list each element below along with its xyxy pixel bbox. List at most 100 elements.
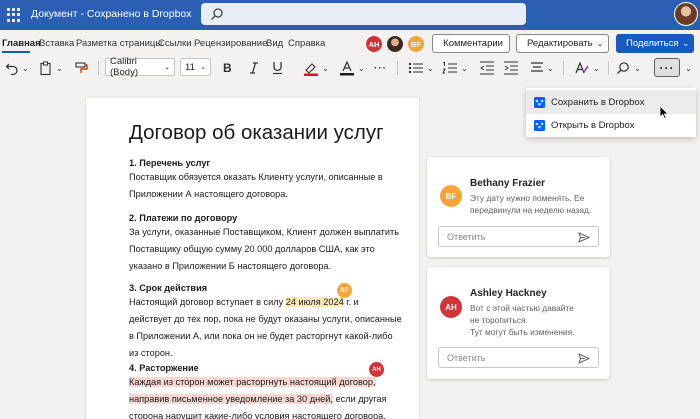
collaborator-avatar-bf[interactable]: BF <box>406 34 426 54</box>
highlighted-text[interactable]: направив письменное уведомление за 30 дн… <box>129 394 333 404</box>
align-icon[interactable] <box>530 60 544 76</box>
chevron-down-icon: ⌄ <box>164 64 170 71</box>
ribbon-divider <box>98 61 99 75</box>
send-icon[interactable] <box>578 232 590 243</box>
chevron-down-icon: ⌄ <box>200 64 206 71</box>
more-options-button[interactable]: ··· <box>654 58 680 77</box>
bullet-list-icon[interactable] <box>408 60 424 76</box>
comment-line: Вот с этой частью давайте <box>470 303 574 313</box>
decrease-indent-icon[interactable] <box>479 60 495 76</box>
dropbox-icon <box>534 96 545 108</box>
paragraph-line: Каждая из сторон может расторгнуть насто… <box>129 374 376 391</box>
send-icon[interactable] <box>578 353 590 364</box>
tab-home[interactable]: Главная <box>2 38 41 49</box>
active-tab-indicator <box>2 51 30 53</box>
save-to-dropbox-item[interactable]: Сохранить в Dropbox <box>526 90 696 114</box>
increase-indent-icon[interactable] <box>503 60 519 76</box>
comments-label: Комментарии <box>443 38 503 49</box>
comment-marker-ah[interactable]: AH <box>369 362 384 377</box>
ribbon-expand-icon[interactable]: ⌄ <box>685 60 692 76</box>
comment-line: Эту дату нужно поменять. Ее <box>470 193 585 203</box>
tab-layout[interactable]: Разметка страницы <box>76 38 162 49</box>
format-painter-icon[interactable] <box>75 60 89 76</box>
document-heading: Договор об оказании услуг <box>129 121 384 144</box>
paragraph-line: Настоящий договор вступает в силу 24 июл… <box>129 294 359 311</box>
paragraph-line: Поставщик обязуется оказать Клиенту услу… <box>129 172 383 182</box>
paragraph-line: из сторон. <box>129 348 173 358</box>
avatar: BF <box>440 185 462 207</box>
paragraph-line: в Приложении А, или пока он не будет рас… <box>129 331 393 341</box>
font-family-value: Calibri (Body) <box>110 56 138 78</box>
ribbon-toolbar: ⌄ ⌄ Calibri (Body) ⌄ 11 ⌄ B ⌄ ⌄ ··· ⌄ ⌄ <box>0 56 700 79</box>
tab-references[interactable]: Ссылки <box>158 38 191 49</box>
comment-line: Тут могут быть изменения. <box>470 327 575 337</box>
tab-insert[interactable]: Вставка <box>39 38 74 49</box>
font-color-icon[interactable] <box>339 60 355 76</box>
paragraph-line: За услуги, оказанные Поставщиком, Клиент… <box>129 227 400 237</box>
highlighted-text[interactable]: Каждая из сторон может расторгнуть насто… <box>129 377 376 387</box>
find-icon[interactable] <box>616 60 630 76</box>
text-run: г. и <box>343 297 359 307</box>
ribbon-divider <box>397 61 398 75</box>
undo-icon[interactable] <box>5 60 19 76</box>
paragraph-line: сторона нарушит какие-либо условия насто… <box>129 411 386 419</box>
ribbon-divider <box>563 61 564 75</box>
user-avatar[interactable] <box>674 2 698 26</box>
ribbon-divider <box>608 61 609 75</box>
search-box[interactable] <box>201 3 526 25</box>
reply-input[interactable]: Ответить <box>438 347 599 368</box>
tab-help[interactable]: Справка <box>288 38 325 49</box>
numbered-list-icon[interactable] <box>442 60 458 76</box>
editing-mode-button[interactable]: Редактировать ⌄ <box>516 34 609 53</box>
share-button[interactable]: Поделиться ⌄ <box>616 34 694 53</box>
reply-input[interactable]: Ответить <box>438 226 599 247</box>
comment-author: Ashley Hackney <box>470 288 547 299</box>
avatar: AH <box>440 296 462 318</box>
tab-view[interactable]: Вид <box>266 38 283 49</box>
collaborator-photo-avatar[interactable] <box>385 34 405 54</box>
font-size-select[interactable]: 11 ⌄ <box>180 58 211 76</box>
highlight-color-icon[interactable] <box>303 60 319 76</box>
paragraph-line: Поставщику общую сумму 20 000 долларов С… <box>129 244 375 254</box>
paste-icon[interactable] <box>39 60 53 76</box>
bullet-dropdown-icon[interactable]: ⌄ <box>427 60 434 76</box>
dropbox-menu: Сохранить в Dropbox Открыть в Dropbox <box>526 88 696 137</box>
collaborator-avatar-ah[interactable]: AH <box>364 34 384 54</box>
styles-dropdown-icon[interactable]: ⌄ <box>593 60 600 76</box>
align-dropdown-icon[interactable]: ⌄ <box>547 60 554 76</box>
find-dropdown-icon[interactable]: ⌄ <box>634 60 641 76</box>
numbered-dropdown-icon[interactable]: ⌄ <box>461 60 468 76</box>
document-page[interactable]: Договор об оказании услуг 1. Перечень ус… <box>86 98 419 419</box>
underline-icon[interactable] <box>272 60 283 76</box>
dropbox-icon <box>534 119 545 131</box>
comment-author: Bethany Frazier <box>470 178 546 189</box>
comment-marker-bf[interactable]: BF <box>337 283 352 298</box>
comment-card[interactable]: BF Bethany Frazier Эту дату нужно поменя… <box>427 157 610 257</box>
text-run: если другая <box>332 394 387 404</box>
italic-icon[interactable] <box>249 60 259 76</box>
search-icon <box>211 8 223 20</box>
highlight-dropdown-icon[interactable]: ⌄ <box>322 60 329 76</box>
highlighted-date[interactable]: 24 июля 2024 <box>285 297 344 307</box>
section-heading: 4. Расторжение <box>129 363 199 373</box>
font-color-dropdown-icon[interactable]: ⌄ <box>358 60 365 76</box>
styles-icon[interactable] <box>574 60 590 76</box>
tab-review[interactable]: Рецензирование <box>194 38 267 49</box>
undo-dropdown-icon[interactable]: ⌄ <box>22 60 29 76</box>
paragraph-line: направив письменное уведомление за 30 дн… <box>129 391 386 408</box>
comment-line: не торопиться. <box>470 315 528 325</box>
app-launcher-icon[interactable] <box>7 8 21 22</box>
paste-dropdown-icon[interactable]: ⌄ <box>56 60 63 76</box>
comment-card[interactable]: AH Ashley Hackney Вот с этой частью дава… <box>427 267 610 379</box>
document-title: Документ - Сохранено в Dropbox <box>31 8 192 20</box>
comments-button[interactable]: Комментарии <box>432 34 510 53</box>
bold-icon[interactable]: B <box>223 60 232 76</box>
more-font-options-icon[interactable]: ··· <box>374 60 387 76</box>
chevron-down-icon: ⌄ <box>596 39 604 48</box>
comment-text: Вот с этой частью давайте не торопиться.… <box>470 302 575 338</box>
menu-item-label: Открыть в Dropbox <box>551 119 635 131</box>
font-family-select[interactable]: Calibri (Body) ⌄ <box>105 56 175 78</box>
open-in-dropbox-item[interactable]: Открыть в Dropbox <box>526 113 696 137</box>
paragraph-line: указано в Приложении Б настоящего догово… <box>129 261 332 271</box>
font-size-value: 11 <box>185 61 195 73</box>
